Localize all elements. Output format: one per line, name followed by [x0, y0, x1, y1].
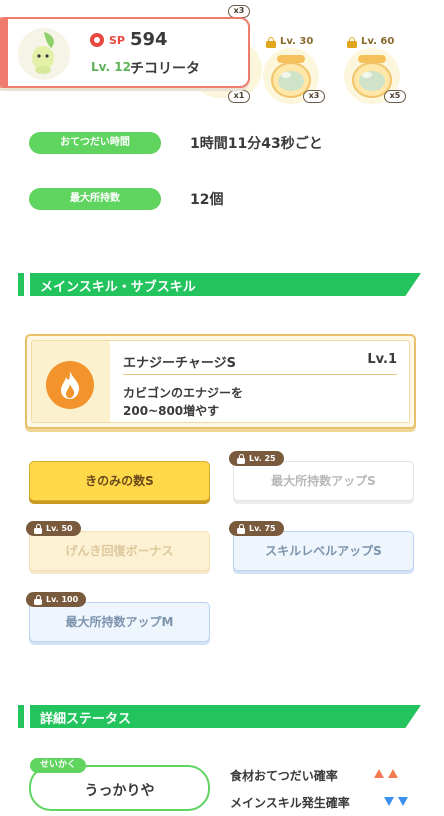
energy-flame-icon [46, 361, 94, 409]
subskill-unlock-tag: Lv. 50 [26, 521, 81, 536]
divider [123, 374, 397, 375]
subskill-unlock-tag: Lv. 100 [26, 592, 87, 607]
ingredient-slot-lv30[interactable]: Lv. 30 x3 [258, 33, 328, 104]
lock-icon [34, 524, 42, 534]
stat-down-arrow-icon [398, 797, 408, 806]
skills-section-title: メインスキル・サブスキル [40, 280, 196, 295]
sp-label: SP [109, 34, 125, 47]
pokemon-card[interactable]: SP 594 Lv. 12 チコリータ [0, 17, 250, 88]
pokemon-name: チコリータ [130, 61, 200, 77]
max-carry-label: 最大所持数 [29, 188, 161, 210]
lock-icon [34, 595, 42, 605]
skills-section-header: メインスキル・サブスキル [18, 273, 421, 296]
subskill-energy-recovery-bonus[interactable]: げんき回復ボーナス [29, 531, 210, 571]
ingredient-unlock-tag: Lv. 30 [266, 36, 314, 48]
ingredient-count-lv1: x1 [228, 90, 250, 103]
ingredient-unlock-level: Lv. 60 [361, 36, 395, 47]
nature-name: うっかりや [84, 783, 155, 799]
main-skill-description: カビゴンのエナジーを 200~800増やす [123, 386, 244, 418]
chikorita-icon [32, 32, 54, 74]
subskill-skill-level-up-s[interactable]: スキルレベルアップS [233, 531, 414, 571]
ingredient-count: x3 [303, 90, 325, 103]
stat-up-arrow-icon [374, 769, 384, 778]
stat-down-arrow-icon [384, 797, 394, 806]
main-skill-card[interactable]: エナジーチャージS Lv.1 カビゴンのエナジーを 200~800増やす [25, 334, 416, 429]
lock-icon [347, 36, 357, 48]
subskill-inventory-up-s[interactable]: 最大所持数アップS [233, 461, 414, 501]
ingredient-slot-lv60[interactable]: Lv. 60 x5 [339, 33, 409, 104]
subskill-berry-count-s[interactable]: きのみの数S [29, 461, 210, 501]
card-accent-stripe [0, 19, 8, 86]
detail-section-title: 詳細ステータス [40, 712, 132, 727]
main-skill-level: Lv.1 [367, 352, 397, 367]
nature-tag: せいかく [30, 758, 87, 773]
ingredient-unlock-level: Lv. 30 [280, 36, 314, 47]
lock-icon [237, 524, 245, 534]
help-time-value: 1時間11分43秒ごと [190, 136, 323, 152]
subskill-unlock-tag: Lv. 25 [229, 451, 284, 466]
help-time-label: おてつだい時間 [29, 132, 161, 154]
detail-section-header: 詳細ステータス [18, 705, 421, 728]
pokemon-avatar [18, 28, 70, 80]
main-skill-name: エナジーチャージS [123, 356, 236, 371]
pokeball-icon [90, 33, 104, 47]
lock-icon [237, 454, 245, 464]
pokemon-level: Lv. 12 [91, 60, 131, 74]
ingredient-count: x5 [384, 90, 406, 103]
stat-main-skill-rate: メインスキル発生確率 [230, 796, 350, 810]
sp-value: 594 [130, 29, 168, 50]
max-carry-value: 12個 [190, 192, 224, 208]
lock-icon [266, 36, 276, 48]
subskill-unlock-tag: Lv. 75 [229, 521, 284, 536]
stat-ingredient-help-rate: 食材おてつだい確率 [230, 769, 338, 783]
stat-up-arrow-icon [388, 769, 398, 778]
subskill-inventory-up-m[interactable]: 最大所持数アップM [29, 602, 210, 642]
ingredient-unlock-tag: Lv. 60 [347, 36, 395, 48]
